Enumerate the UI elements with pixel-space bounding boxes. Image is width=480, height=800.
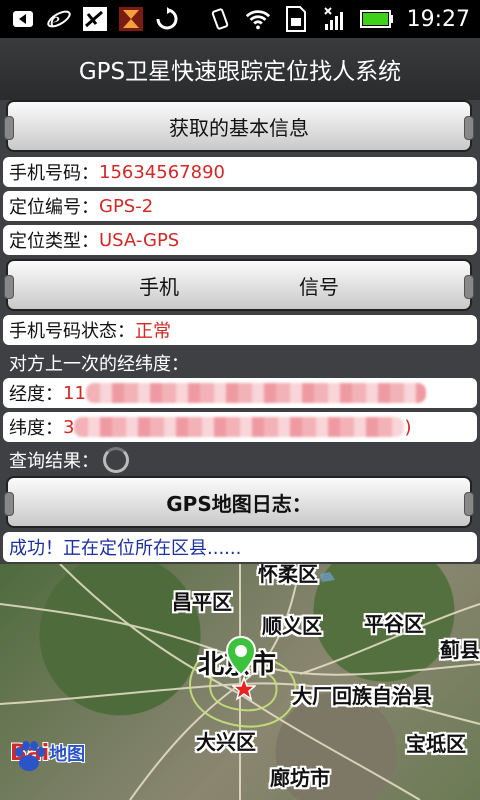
map-label-shunyi: 顺义区 <box>262 614 322 638</box>
phone-signal-button[interactable]: 手机 信号 <box>4 259 474 311</box>
wifi-icon <box>245 6 271 32</box>
phone-number-label: 手机号码： <box>9 163 99 184</box>
app-icon <box>82 6 108 32</box>
map-view[interactable]: 怀柔区 昌平区 顺义区 平谷区 蓟县 北京市 大厂回族自治县 大兴区 宝坻区 廊… <box>0 564 480 800</box>
phone-status-row: 手机号码状态： 正常 <box>3 315 477 345</box>
redacted-longitude <box>85 383 426 403</box>
paw-icon <box>15 741 45 771</box>
locate-id-value: GPS-2 <box>99 195 154 217</box>
basic-info-button[interactable]: 获取的基本信息 <box>4 100 474 152</box>
last-coords-label: 对方上一次的经纬度： <box>9 354 189 375</box>
map-label-dachang: 大厂回族自治县 <box>292 684 432 708</box>
phone-status-label: 手机号码状态： <box>9 321 135 342</box>
signal-icon <box>321 6 347 32</box>
status-message-row: 成功！正在定位所在区县...... <box>3 532 477 562</box>
vibrate-icon <box>207 6 233 32</box>
locate-id-label: 定位编号： <box>9 197 99 218</box>
map-label-langfang: 廊坊市 <box>270 766 330 790</box>
latitude-label: 纬度： <box>9 418 63 439</box>
locate-id-row: 定位编号： GPS-2 <box>3 191 477 221</box>
phone-status-value: 正常 <box>135 321 171 342</box>
locate-type-row: 定位类型： USA-GPS <box>3 225 477 255</box>
latitude-row: 纬度： 3 ) <box>3 412 477 442</box>
status-bar: e 19:27 <box>0 0 480 38</box>
query-result-row: 查询结果： <box>3 445 477 475</box>
latitude-tail: ) <box>404 416 412 438</box>
longitude-label: 经度： <box>9 384 63 405</box>
basic-info-button-label: 获取的基本信息 <box>169 115 309 140</box>
locate-type-label: 定位类型： <box>9 231 99 252</box>
main-content: 获取的基本信息 手机号码： 15634567890 定位编号： GPS-2 定位… <box>0 100 480 564</box>
phone-button-label: 手机 <box>139 274 179 299</box>
baidu-map-logo: Bai 地图 <box>10 740 86 771</box>
map-label-daxing: 大兴区 <box>196 730 256 754</box>
back-arrow-icon <box>10 6 36 32</box>
last-coords-heading: 对方上一次的经纬度： <box>3 348 477 378</box>
redacted-latitude <box>74 417 405 437</box>
locate-type-value: USA-GPS <box>99 229 180 251</box>
loading-spinner-icon <box>103 447 129 473</box>
gps-log-button[interactable]: GPS地图日志： <box>4 476 474 528</box>
status-message: 成功！正在定位所在区县...... <box>9 538 242 559</box>
map-label-baodi: 宝坻区 <box>406 732 466 756</box>
map-label-huairou: 怀柔区 <box>258 564 318 586</box>
map-label-changping: 昌平区 <box>172 590 232 614</box>
longitude-row: 经度： 11 <box>3 378 477 408</box>
ie-icon: e <box>46 6 72 32</box>
query-result-label: 查询结果： <box>9 451 99 472</box>
battery-icon <box>359 6 395 32</box>
gps-log-button-label: GPS地图日志： <box>166 491 312 516</box>
app-title-bar: GPS卫星快速跟踪定位找人系统 <box>0 38 480 101</box>
hourglass-icon <box>118 6 144 32</box>
sim-icon <box>283 6 309 32</box>
map-label-ji: 蓟县 <box>440 638 480 662</box>
sync-icon <box>154 6 180 32</box>
map-label-pinggu: 平谷区 <box>364 612 424 636</box>
page-title: GPS卫星快速跟踪定位找人系统 <box>78 59 402 85</box>
logo-text-map: 地图 <box>49 744 86 765</box>
phone-number-row: 手机号码： 15634567890 <box>3 157 477 187</box>
phone-number-value: 15634567890 <box>99 161 225 183</box>
longitude-value: 11 <box>63 382 86 404</box>
signal-button-label: 信号 <box>299 274 339 299</box>
clock: 19:27 <box>406 6 470 32</box>
latitude-value: 3 <box>63 416 75 438</box>
